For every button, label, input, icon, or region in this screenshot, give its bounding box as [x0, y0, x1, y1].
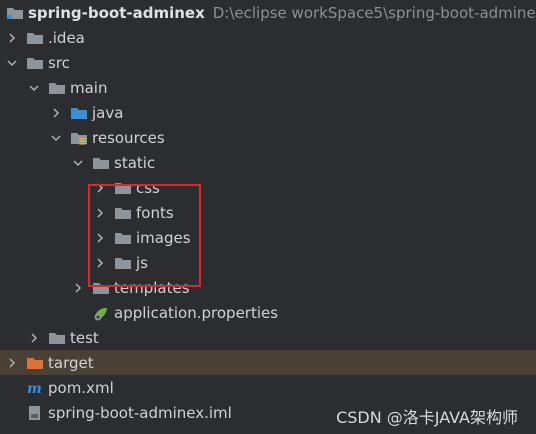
tree-row-project-root[interactable]: spring-boot-adminex D:\eclipse workSpace…	[0, 0, 536, 25]
project-path: D:\eclipse workSpace5\spring-boot-admine…	[212, 3, 536, 22]
tree-row-src[interactable]: src	[0, 50, 536, 75]
tree-label-idea: .idea	[48, 28, 85, 47]
module-file-icon	[26, 405, 44, 421]
chevron-right-icon[interactable]	[4, 30, 20, 46]
tree-row-resources[interactable]: resources	[0, 125, 536, 150]
chevron-right-icon[interactable]	[4, 355, 20, 371]
source-folder-icon	[70, 105, 88, 121]
folder-icon	[26, 30, 44, 46]
tree-row-js[interactable]: js	[0, 250, 536, 275]
tree-row-target[interactable]: target	[0, 350, 536, 375]
tree-row-java[interactable]: java	[0, 100, 536, 125]
project-tree: spring-boot-adminex D:\eclipse workSpace…	[0, 0, 536, 425]
chevron-down-icon[interactable]	[48, 130, 64, 146]
watermark: CSDN @洛卡JAVA架构师	[336, 408, 518, 427]
resources-folder-icon	[70, 130, 88, 146]
tree-label-pom: pom.xml	[48, 378, 114, 397]
chevron-right-icon[interactable]	[26, 330, 42, 346]
folder-icon	[48, 80, 66, 96]
folder-icon	[26, 55, 44, 71]
chevron-down-icon[interactable]	[4, 55, 20, 71]
tree-label-java: java	[92, 103, 124, 122]
chevron-right-icon[interactable]	[48, 105, 64, 121]
tree-label-resources: resources	[92, 128, 165, 147]
highlight-annotation-box	[88, 184, 201, 287]
tree-label-src: src	[48, 53, 70, 72]
tree-row-images[interactable]: images	[0, 225, 536, 250]
tree-label-static: static	[114, 153, 156, 172]
folder-icon	[48, 330, 66, 346]
tree-label-iml: spring-boot-adminex.iml	[48, 403, 232, 422]
tree-row-fonts[interactable]: fonts	[0, 200, 536, 225]
maven-icon: m	[26, 380, 44, 396]
excluded-folder-icon	[26, 355, 44, 371]
tree-row-main[interactable]: main	[0, 75, 536, 100]
tree-row-css[interactable]: css	[0, 175, 536, 200]
tree-row-test[interactable]: test	[0, 325, 536, 350]
project-name: spring-boot-adminex	[28, 3, 205, 22]
tree-label-application-properties: application.properties	[114, 303, 279, 322]
tree-label-test: test	[70, 328, 99, 347]
tree-row-static[interactable]: static	[0, 150, 536, 175]
chevron-down-icon[interactable]	[26, 80, 42, 96]
spring-properties-icon	[92, 305, 110, 321]
tree-label-target: target	[48, 353, 94, 372]
tree-row-application-properties[interactable]: application.properties	[0, 300, 536, 325]
svg-text:m: m	[27, 381, 42, 396]
tree-label-main: main	[70, 78, 108, 97]
module-folder-icon	[6, 5, 24, 21]
chevron-right-icon[interactable]	[70, 280, 86, 296]
tree-row-idea[interactable]: .idea	[0, 25, 536, 50]
tree-row-templates[interactable]: templates	[0, 275, 536, 300]
folder-icon	[92, 155, 110, 171]
tree-row-pom[interactable]: m pom.xml	[0, 375, 536, 400]
chevron-down-icon[interactable]	[70, 155, 86, 171]
